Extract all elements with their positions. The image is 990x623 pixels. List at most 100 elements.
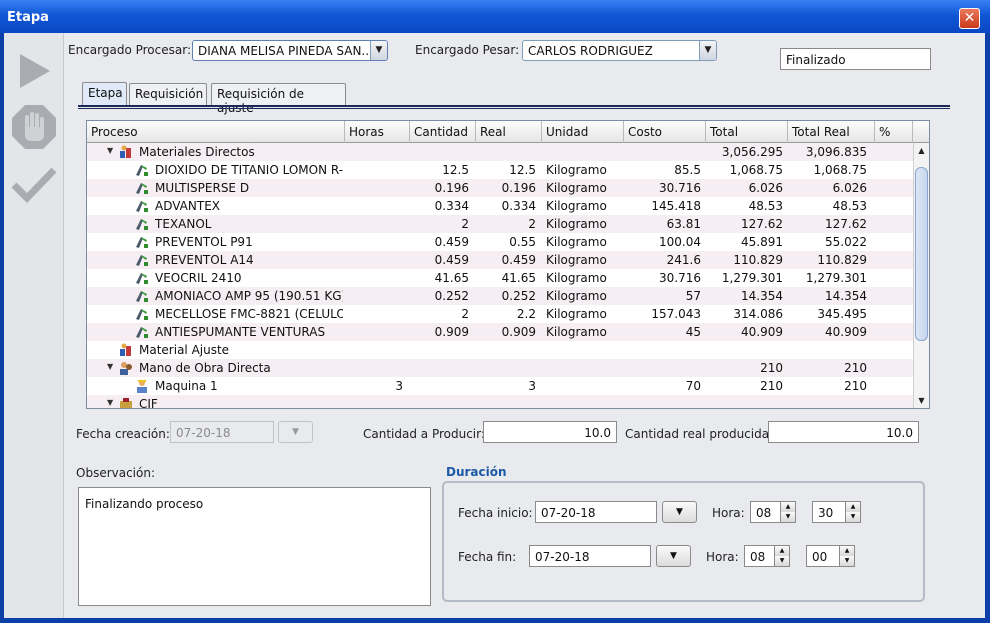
cell-proceso: Maquina 1 <box>155 379 218 393</box>
cell-real: 0.459 <box>501 253 536 267</box>
tab-etapa[interactable]: Etapa <box>82 82 127 106</box>
cell-proceso: ADVANTEX <box>155 199 220 213</box>
play-button[interactable] <box>10 47 58 95</box>
cantidad-real-field[interactable]: 10.0 <box>768 421 919 443</box>
encargado-procesar-label: Encargado Procesar: <box>68 43 191 57</box>
col-pct[interactable]: % <box>875 121 913 143</box>
cell-total-real: 1,279.301 <box>805 271 867 285</box>
finish-button[interactable] <box>10 161 58 209</box>
tree-expand-icon[interactable]: ▼ <box>107 146 113 155</box>
table-row[interactable]: PREVENTOL A14 0.459 0.459 Kilogramo 241.6 110… <box>87 251 913 269</box>
scroll-thumb[interactable] <box>915 167 928 341</box>
spin-up-icon[interactable]: ▲ <box>839 546 854 556</box>
table-row[interactable]: AMONIACO AMP 95 (190.51 KG) 0.252 0.252 Kil… <box>87 287 913 305</box>
spin-up-icon[interactable]: ▲ <box>780 502 795 512</box>
spin-up-icon[interactable]: ▲ <box>845 502 860 512</box>
minuto-fin-spinner[interactable]: 00 ▲ ▼ <box>806 545 855 567</box>
col-cantidad[interactable]: Cantidad <box>410 121 476 143</box>
fecha-inicio-picker-button[interactable]: ▼ <box>662 501 697 523</box>
table-row[interactable]: ▼ CIF <box>87 395 913 408</box>
spin-down-icon[interactable]: ▼ <box>845 512 860 522</box>
tree-expand-icon[interactable]: ▼ <box>107 362 113 371</box>
cell-real: 0.334 <box>501 199 536 213</box>
cell-total-real: 3,096.835 <box>805 145 867 159</box>
cell-total: 210 <box>760 379 783 393</box>
table-row[interactable]: VEOCRIL 2410 41.65 41.65 Kilogramo 30.716 1,2… <box>87 269 913 287</box>
cantidad-producir-field[interactable]: 10.0 <box>483 421 617 443</box>
table-row[interactable]: ▼ Mano de Obra Directa 210 210 <box>87 359 913 377</box>
encargado-procesar-select[interactable]: DIANA MELISA PINEDA SAN... ▼ <box>192 40 388 61</box>
hora-inicio-spinner[interactable]: 08 ▲ ▼ <box>750 501 796 523</box>
spin-down-icon[interactable]: ▼ <box>774 556 789 566</box>
cell-costo: 157.043 <box>651 307 701 321</box>
cell-total: 45.891 <box>741 235 783 249</box>
hora-inicio-label: Hora: <box>712 506 745 520</box>
scroll-down-icon[interactable]: ▼ <box>914 393 929 408</box>
material-item-icon <box>135 163 149 177</box>
stop-button[interactable] <box>10 103 58 151</box>
cell-total-real: 55.022 <box>825 235 867 249</box>
spin-down-icon[interactable]: ▼ <box>839 556 854 566</box>
play-icon <box>20 54 50 88</box>
window-content: Encargado Procesar: DIANA MELISA PINEDA … <box>4 33 985 618</box>
cell-real: 12.5 <box>509 163 536 177</box>
encargado-pesar-select[interactable]: CARLOS RODRIGUEZ ▼ <box>522 40 717 61</box>
col-unidad[interactable]: Unidad <box>542 121 624 143</box>
cell-proceso: MECELLOSE FMC-8821 (CELULO <box>155 307 343 321</box>
material-item-icon <box>135 181 149 195</box>
cell-cantidad: 0.909 <box>434 325 469 339</box>
table-row[interactable]: DIOXIDO DE TITANIO LOMON R-9! 12.5 12.5 Kil… <box>87 161 913 179</box>
cell-cantidad: 0.334 <box>434 199 469 213</box>
table-row[interactable]: ANTIESPUMANTE VENTURAS 0.909 0.909 Kilogram… <box>87 323 913 341</box>
cell-total: 40.909 <box>741 325 783 339</box>
col-total-real[interactable]: Total Real <box>788 121 875 143</box>
worker-icon <box>135 379 149 393</box>
cell-real: 2 <box>528 217 536 231</box>
fecha-fin-field[interactable]: 07-20-18 <box>529 545 651 567</box>
cell-total-real: 6.026 <box>832 181 867 195</box>
cell-total: 1,068.75 <box>729 163 783 177</box>
scroll-up-icon[interactable]: ▲ <box>914 143 929 158</box>
tree-expand-icon[interactable]: ▼ <box>107 398 113 407</box>
cantidad-producir-label: Cantidad a Producir: <box>363 427 485 441</box>
table-row[interactable]: ▼ Materiales Directos 3,056.295 3,096.835 <box>87 143 913 161</box>
col-real[interactable]: Real <box>476 121 542 143</box>
material-item-icon <box>135 253 149 267</box>
table-row[interactable]: PREVENTOL P91 0.459 0.55 Kilogramo 100.04 45.… <box>87 233 913 251</box>
close-button[interactable]: ✕ <box>959 8 980 29</box>
spin-up-icon[interactable]: ▲ <box>774 546 789 556</box>
cell-total: 14.354 <box>741 289 783 303</box>
cell-total: 314.086 <box>733 307 783 321</box>
table-row[interactable]: MECELLOSE FMC-8821 (CELULO 2 2.2 Kilogramo 1… <box>87 305 913 323</box>
minuto-inicio-spinner[interactable]: 30 ▲ ▼ <box>812 501 861 523</box>
table-row[interactable]: TEXANOL 2 2 Kilogramo 63.81 127.62 127.62 <box>87 215 913 233</box>
col-costo[interactable]: Costo <box>624 121 706 143</box>
fecha-inicio-field[interactable]: 07-20-18 <box>535 501 657 523</box>
cell-total-real: 110.829 <box>817 253 867 267</box>
col-total[interactable]: Total <box>706 121 788 143</box>
cell-total-real: 1,068.75 <box>813 163 867 177</box>
col-proceso[interactable]: Proceso <box>87 121 345 143</box>
fecha-fin-picker-button[interactable]: ▼ <box>656 545 691 567</box>
table-row[interactable]: Maquina 1 3 3 70 210 210 <box>87 377 913 395</box>
table-row[interactable]: MULTISPERSE D 0.196 0.196 Kilogramo 30.716 6.… <box>87 179 913 197</box>
cell-unidad: Kilogramo <box>546 199 607 213</box>
hora-fin-spinner[interactable]: 08 ▲ ▼ <box>744 545 790 567</box>
tab-requisicion[interactable]: Requisición <box>129 83 207 105</box>
spin-down-icon[interactable]: ▼ <box>780 512 795 522</box>
cell-costo: 100.04 <box>659 235 701 249</box>
cell-proceso: Materiales Directos <box>139 145 255 159</box>
tab-requisicion-ajuste[interactable]: Requisición de ajuste <box>211 83 346 115</box>
cell-unidad: Kilogramo <box>546 289 607 303</box>
duracion-legend: Duración <box>444 465 509 479</box>
window-title: Etapa <box>7 10 49 25</box>
chevron-down-icon: ▼ <box>670 551 677 561</box>
cell-proceso: Mano de Obra Directa <box>139 361 271 375</box>
cell-total-real: 210 <box>844 361 867 375</box>
table-row[interactable]: Material Ajuste <box>87 341 913 359</box>
vertical-scrollbar[interactable]: ▲ ▼ <box>913 143 929 408</box>
cell-total-real: 127.62 <box>825 217 867 231</box>
table-row[interactable]: ADVANTEX 0.334 0.334 Kilogramo 145.418 48.53 4… <box>87 197 913 215</box>
observacion-textarea[interactable]: Finalizando proceso <box>78 487 431 606</box>
col-horas[interactable]: Horas <box>345 121 410 143</box>
